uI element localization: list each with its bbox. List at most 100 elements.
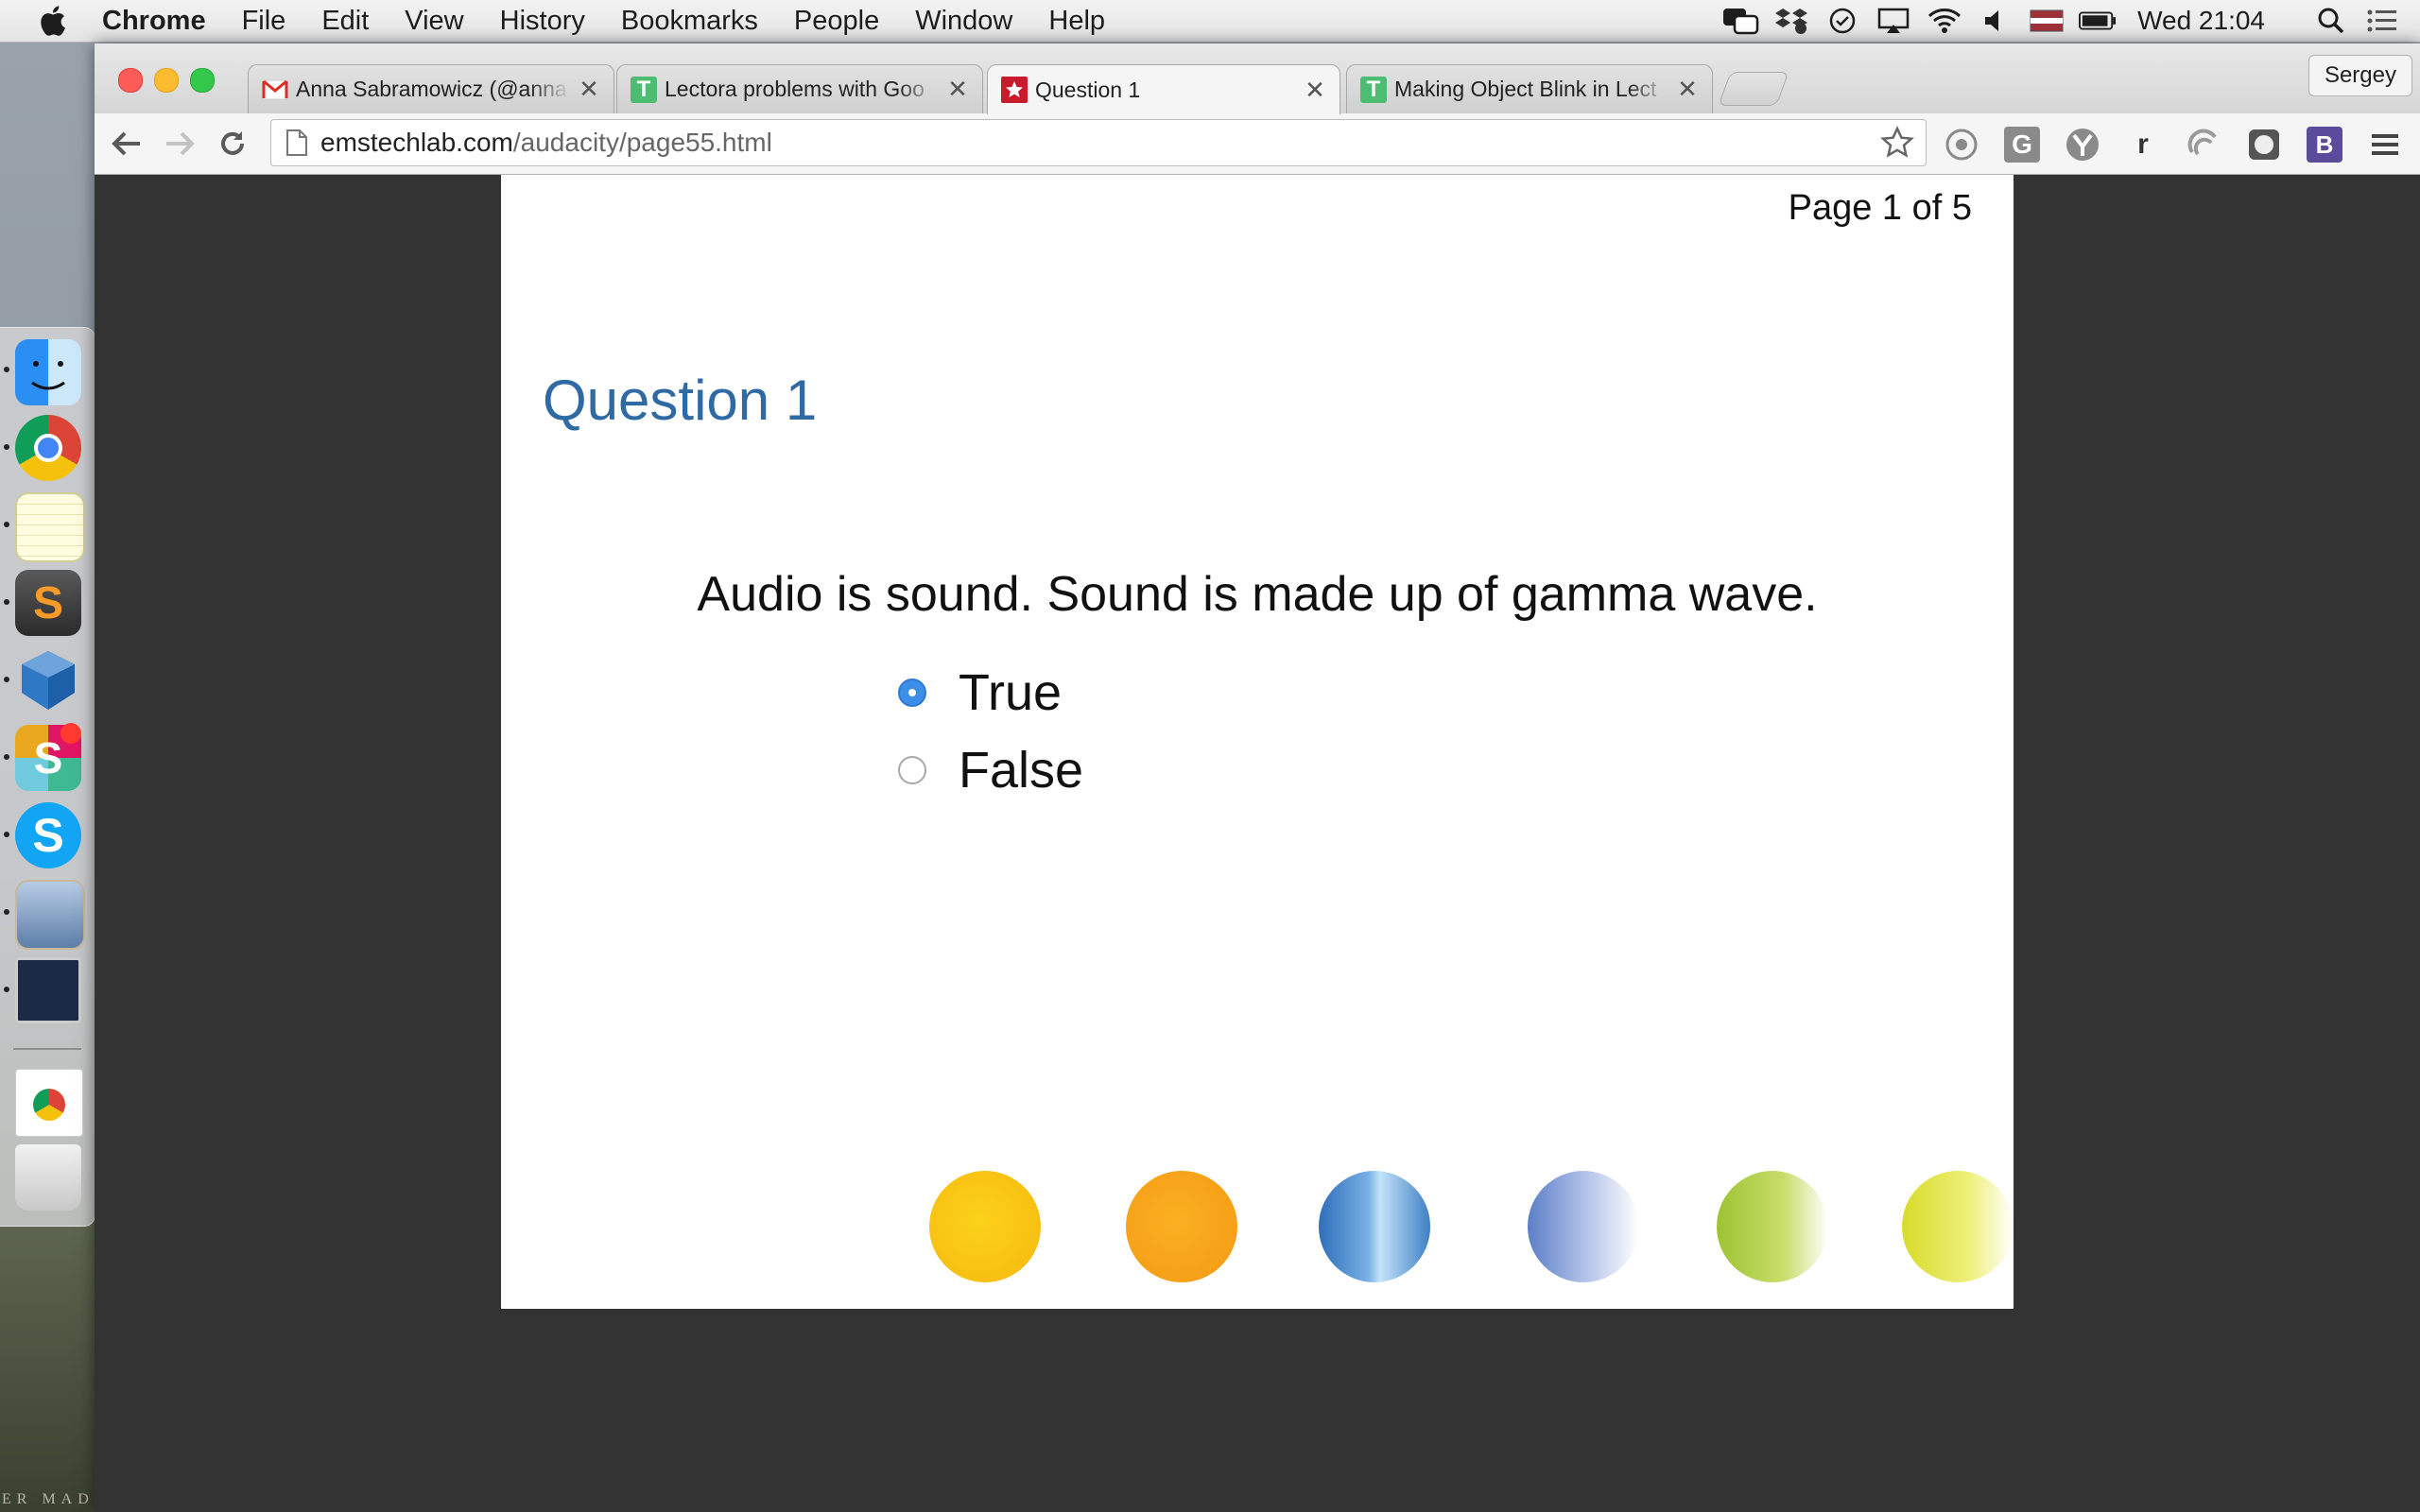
address-bar[interactable]: emstechlab.com/audacity/page55.html (270, 119, 1927, 166)
question-text: Audio is sound. Sound is made up of gamm… (697, 567, 1818, 622)
tab-lectora-problems[interactable]: T Lectora problems with Goo ✕ (616, 64, 983, 113)
trash-icon[interactable] (15, 1144, 81, 1211)
option-label: True (959, 664, 1063, 721)
messages-icon[interactable] (1721, 7, 1759, 35)
wifi-icon[interactable] (1926, 7, 1963, 35)
spotlight-search-icon[interactable] (2312, 7, 2350, 35)
bookmark-star-icon[interactable] (1880, 125, 1914, 160)
reload-button[interactable] (214, 125, 251, 163)
tab-title: Lectora problems with Goo (665, 77, 925, 101)
option-label: False (959, 742, 1084, 799)
menubar-clock[interactable]: Wed 21:04 (2137, 6, 2265, 36)
option-true[interactable]: True (898, 659, 1062, 727)
flag-icon[interactable] (2028, 7, 2066, 35)
extension-target-icon[interactable] (1944, 127, 1979, 163)
desktop-watermark: ER MAD (2, 1491, 95, 1507)
tab-close-icon[interactable]: ✕ (1676, 75, 1699, 104)
profile-button[interactable]: Sergey (2308, 55, 2412, 96)
grammarly-icon[interactable]: G (2004, 127, 2040, 163)
extension-shield-icon[interactable] (2246, 127, 2282, 163)
screen-sharing-icon[interactable] (15, 957, 81, 1023)
extension-swirl-icon[interactable] (2186, 127, 2221, 163)
tab-close-icon[interactable]: ✕ (946, 75, 969, 104)
dock-running-indicator (4, 599, 9, 605)
page-number: Page 1 of 5 (1788, 188, 1972, 228)
finder-icon[interactable] (15, 339, 81, 405)
site-logo-icon (1001, 77, 1028, 103)
dock-running-indicator (4, 987, 9, 992)
question-title: Question 1 (543, 369, 818, 432)
page-viewport: Page 1 of 5 Question 1 Audio is sound. S… (95, 175, 2420, 1512)
url-domain: emstechlab.com (320, 128, 513, 157)
tab-strip: Anna Sabramowicz (@anna ✕ T Lectora prob… (95, 43, 2420, 114)
tab-close-icon[interactable]: ✕ (1304, 76, 1326, 105)
notification-center-icon[interactable] (2363, 7, 2401, 35)
notes-icon[interactable] (15, 492, 85, 562)
tab-title: Anna Sabramowicz (@anna (296, 77, 567, 101)
tab-making-object-blink[interactable]: T Making Object Blink in Lect ✕ (1346, 64, 1713, 113)
url-path: /audacity/page55.html (512, 128, 772, 157)
apple-menu-icon[interactable] (38, 5, 72, 37)
menu-bookmarks[interactable]: Bookmarks (621, 6, 758, 37)
option-false[interactable]: False (898, 736, 1083, 804)
menu-window[interactable]: Window (915, 6, 1012, 37)
readability-icon[interactable]: r (2125, 127, 2161, 163)
dock-running-indicator (4, 754, 9, 760)
decor-circle-green (1717, 1171, 1828, 1282)
dock: S S S (0, 327, 95, 1227)
menu-edit[interactable]: Edit (321, 6, 369, 37)
new-tab-button[interactable] (1718, 72, 1789, 106)
lesson-page: Page 1 of 5 Question 1 Audio is sound. S… (501, 175, 2014, 1309)
url-text: emstechlab.com/audacity/page55.html (320, 128, 772, 158)
check-icon[interactable] (1824, 7, 1861, 35)
bootstrap-icon[interactable]: B (2307, 127, 2342, 163)
dock-running-indicator (4, 909, 9, 915)
forward-button[interactable] (161, 125, 199, 163)
menu-history[interactable]: History (500, 6, 585, 37)
status-tray: Wed 21:04 (1708, 0, 2420, 42)
chrome-icon[interactable] (15, 415, 81, 481)
lectora-icon: T (1360, 76, 1387, 103)
battery-icon[interactable] (2079, 7, 2117, 35)
menu-file[interactable]: File (242, 6, 286, 37)
radio-false[interactable] (898, 756, 926, 784)
menu-app-name[interactable]: Chrome (102, 6, 206, 37)
dropbox-icon[interactable] (1772, 7, 1810, 35)
dock-separator (13, 1048, 81, 1050)
volume-icon[interactable] (1977, 7, 2014, 35)
tab-title: Question 1 (1035, 77, 1141, 102)
airplay-icon[interactable] (1875, 7, 1912, 35)
chrome-menu-icon[interactable] (2367, 127, 2403, 163)
notification-badge (60, 723, 81, 744)
menu-view[interactable]: View (405, 6, 463, 37)
page-icon (283, 127, 311, 159)
dock-running-indicator (4, 832, 9, 837)
radio-true-selected[interactable] (898, 679, 926, 707)
tab-close-icon[interactable]: ✕ (578, 75, 600, 104)
decor-circle-lime (1902, 1171, 2014, 1282)
dock-running-indicator (4, 367, 9, 372)
tab-question-1[interactable]: Question 1 ✕ (987, 64, 1340, 114)
tab-gmail[interactable]: Anna Sabramowicz (@anna ✕ (248, 64, 614, 113)
skype-icon[interactable]: S (15, 802, 81, 868)
virtualbox-icon[interactable] (15, 647, 81, 713)
gmail-icon (262, 77, 288, 103)
extension-y-icon[interactable] (2065, 127, 2100, 163)
decor-circle-periwinkle (1528, 1171, 1639, 1282)
browser-toolbar: emstechlab.com/audacity/page55.html G r … (95, 113, 2420, 175)
decor-circle-orange (1126, 1171, 1237, 1282)
sublime-text-icon[interactable]: S (15, 570, 81, 636)
dock-running-indicator (4, 522, 9, 527)
back-button[interactable] (108, 125, 146, 163)
decor-circle-blue (1319, 1171, 1430, 1282)
window-minimize-button[interactable] (154, 68, 179, 93)
browser-window: Anna Sabramowicz (@anna ✕ T Lectora prob… (95, 43, 2420, 1512)
decor-circle-yellow (929, 1171, 1041, 1282)
window-zoom-button[interactable] (190, 68, 215, 93)
menu-people[interactable]: People (794, 6, 879, 37)
preview-icon[interactable] (15, 880, 85, 950)
window-close-button[interactable] (118, 68, 143, 93)
menu-help[interactable]: Help (1048, 6, 1105, 37)
dock-running-indicator (4, 677, 9, 682)
chrome-download-icon[interactable] (15, 1069, 83, 1137)
